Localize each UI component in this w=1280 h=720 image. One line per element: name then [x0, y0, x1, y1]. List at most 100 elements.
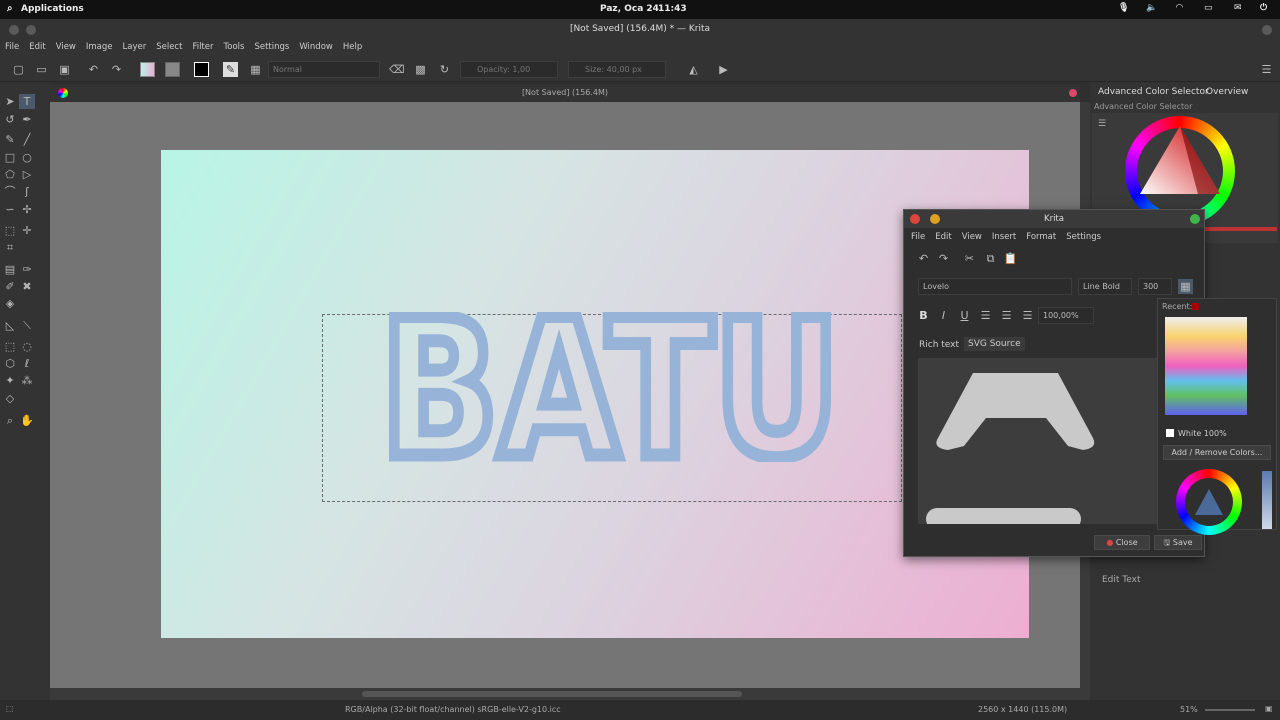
add-remove-colors-button[interactable]: Add / Remove Colors...	[1163, 445, 1271, 460]
microphone-icon[interactable]: 🎙	[1118, 3, 1129, 13]
eraser-icon[interactable]: ⌫	[389, 62, 405, 77]
color-picker-tool-icon[interactable]: ✑	[19, 262, 35, 277]
gradient-preset-icon[interactable]	[140, 62, 155, 77]
tab-advanced-color-selector[interactable]: Advanced Color Selector	[1098, 87, 1209, 97]
selected-color-name[interactable]: White 100%	[1178, 429, 1227, 438]
similar-selection-tool-icon[interactable]: ⁂	[19, 373, 35, 388]
save-document-icon[interactable]: ▣	[57, 62, 72, 77]
rectangle-tool-icon[interactable]: □	[2, 150, 18, 165]
paste-icon[interactable]: 📋	[1003, 251, 1018, 266]
power-icon[interactable]: ⏻	[1260, 3, 1267, 13]
measure-tool-icon[interactable]: ⟍	[19, 318, 35, 333]
horizontal-scrollbar-thumb[interactable]	[362, 691, 742, 697]
alpha-lock-icon[interactable]: ▩	[413, 62, 428, 77]
toolbar-menu-icon[interactable]: ☰	[1259, 62, 1274, 77]
dialog-menu-settings[interactable]: Settings	[1061, 230, 1106, 244]
volume-icon[interactable]: 🔈	[1146, 3, 1157, 13]
tab-rich-text[interactable]: Rich text	[919, 340, 959, 350]
cut-icon[interactable]: ✂	[962, 251, 977, 266]
edit-shapes-tool-icon[interactable]: ↺	[2, 112, 18, 127]
zoom-tool-icon[interactable]: ⌕	[2, 413, 18, 428]
dialog-maximize-icon[interactable]	[1190, 214, 1200, 224]
reload-preset-icon[interactable]: ↻	[437, 62, 452, 77]
date-label[interactable]: Paz, Oca 24	[600, 4, 659, 14]
line-spacing-field[interactable]: 100,00%	[1038, 307, 1094, 324]
canvas-text-batu[interactable]: BATU	[380, 312, 850, 462]
gradient-tool-icon[interactable]: ▤	[2, 262, 18, 277]
italic-icon[interactable]: I	[936, 308, 951, 323]
smart-patch-tool-icon[interactable]: ✖	[19, 279, 35, 294]
tab-overview[interactable]: Overview	[1206, 87, 1248, 97]
freehand-path-tool-icon[interactable]: ʃ	[19, 184, 35, 199]
freehand-selection-tool-icon[interactable]: ℓ	[19, 356, 35, 371]
tab-svg-source[interactable]: SVG Source	[964, 337, 1025, 351]
notification-icon[interactable]: ✉	[1234, 3, 1242, 13]
dialog-minimize-icon[interactable]	[930, 214, 940, 224]
dynamic-brush-tool-icon[interactable]: ∽	[2, 202, 18, 217]
dialog-close-button[interactable]: ● Close	[1094, 535, 1150, 550]
dialog-undo-icon[interactable]: ↶	[916, 251, 931, 266]
bezier-tool-icon[interactable]: ⌒	[2, 184, 18, 199]
font-style-select[interactable]: Line Bold	[1078, 278, 1132, 295]
recent-color-swatch[interactable]	[1192, 303, 1199, 310]
menu-file[interactable]: File	[0, 40, 24, 54]
crop-tool-icon[interactable]: ⌗	[2, 240, 18, 255]
multibrush-tool-icon[interactable]: ✢	[19, 202, 35, 217]
menu-tools[interactable]: Tools	[219, 40, 250, 54]
pattern-preset-icon[interactable]	[165, 62, 180, 77]
calligraphy-tool-icon[interactable]: ✒	[19, 112, 35, 127]
dialog-menu-format[interactable]: Format	[1021, 230, 1061, 244]
color-triangle[interactable]	[1138, 124, 1222, 196]
dialog-redo-icon[interactable]: ↷	[936, 251, 951, 266]
move-tool-icon[interactable]: ✛	[19, 223, 35, 238]
dialog-save-button[interactable]: 🖫 Save	[1154, 535, 1202, 550]
zoom-slider[interactable]	[1205, 709, 1255, 711]
text-color-icon[interactable]: ▦	[1178, 279, 1193, 294]
menu-window[interactable]: Window	[294, 40, 338, 54]
menu-settings[interactable]: Settings	[249, 40, 294, 54]
new-document-icon[interactable]: ▢	[11, 62, 26, 77]
pan-tool-icon[interactable]: ✋	[19, 413, 35, 428]
polygon-tool-icon[interactable]: ⬠	[2, 167, 18, 182]
color-selector-settings-icon[interactable]: ☰	[1098, 119, 1106, 129]
popup-color-triangle[interactable]	[1193, 487, 1225, 517]
redo-icon[interactable]: ↷	[109, 62, 124, 77]
menu-edit[interactable]: Edit	[24, 40, 50, 54]
colorize-mask-tool-icon[interactable]: ✐	[2, 279, 18, 294]
bezier-selection-tool-icon[interactable]: ◇	[2, 391, 18, 406]
applications-menu[interactable]: Applications	[21, 4, 84, 14]
window-title-bar[interactable]: [Not Saved] (156.4M) * — Krita	[0, 19, 1280, 40]
grid-icon[interactable]: ▦	[248, 62, 263, 77]
polyline-tool-icon[interactable]: ▷	[19, 167, 35, 182]
bold-icon[interactable]: B	[916, 308, 931, 323]
menu-select[interactable]: Select	[151, 40, 187, 54]
fill-tool-icon[interactable]: ◈	[2, 296, 18, 311]
menu-filter[interactable]: Filter	[187, 40, 218, 54]
copy-icon[interactable]: ⧉	[983, 251, 998, 266]
align-center-icon[interactable]: ☰	[999, 308, 1014, 323]
blend-mode-select[interactable]: Normal	[268, 61, 380, 78]
selection-status-icon[interactable]: ⬚	[6, 704, 14, 713]
line-tool-icon[interactable]: ╱	[19, 132, 35, 147]
mirror-horizontal-icon[interactable]: ◭	[686, 62, 701, 77]
mirror-vertical-icon[interactable]: ▶	[716, 62, 731, 77]
text-tool-icon[interactable]: T	[19, 94, 35, 109]
rectangular-selection-tool-icon[interactable]: ⬚	[2, 339, 18, 354]
ellipse-tool-icon[interactable]: ○	[19, 150, 35, 165]
dialog-title-bar[interactable]: Krita	[904, 210, 1204, 228]
undo-icon[interactable]: ↶	[86, 62, 101, 77]
fit-page-icon[interactable]: ▣	[1265, 704, 1273, 713]
polygonal-selection-tool-icon[interactable]: ⬡	[2, 356, 18, 371]
opacity-slider[interactable]: Opacity: 1,00	[460, 61, 558, 78]
dialog-menu-insert[interactable]: Insert	[987, 230, 1021, 244]
foreground-background-color-icon[interactable]	[194, 62, 209, 77]
rich-text-preview[interactable]	[918, 358, 1158, 524]
menu-image[interactable]: Image	[81, 40, 118, 54]
assistant-tool-icon[interactable]: ◺	[2, 318, 18, 333]
clock-label[interactable]: 11:43	[658, 4, 687, 14]
wifi-icon[interactable]: ◠	[1176, 3, 1183, 13]
underline-icon[interactable]: U	[957, 308, 972, 323]
size-slider[interactable]: Size: 40,00 px	[568, 61, 666, 78]
contiguous-selection-tool-icon[interactable]: ✦	[2, 373, 18, 388]
menu-layer[interactable]: Layer	[118, 40, 152, 54]
